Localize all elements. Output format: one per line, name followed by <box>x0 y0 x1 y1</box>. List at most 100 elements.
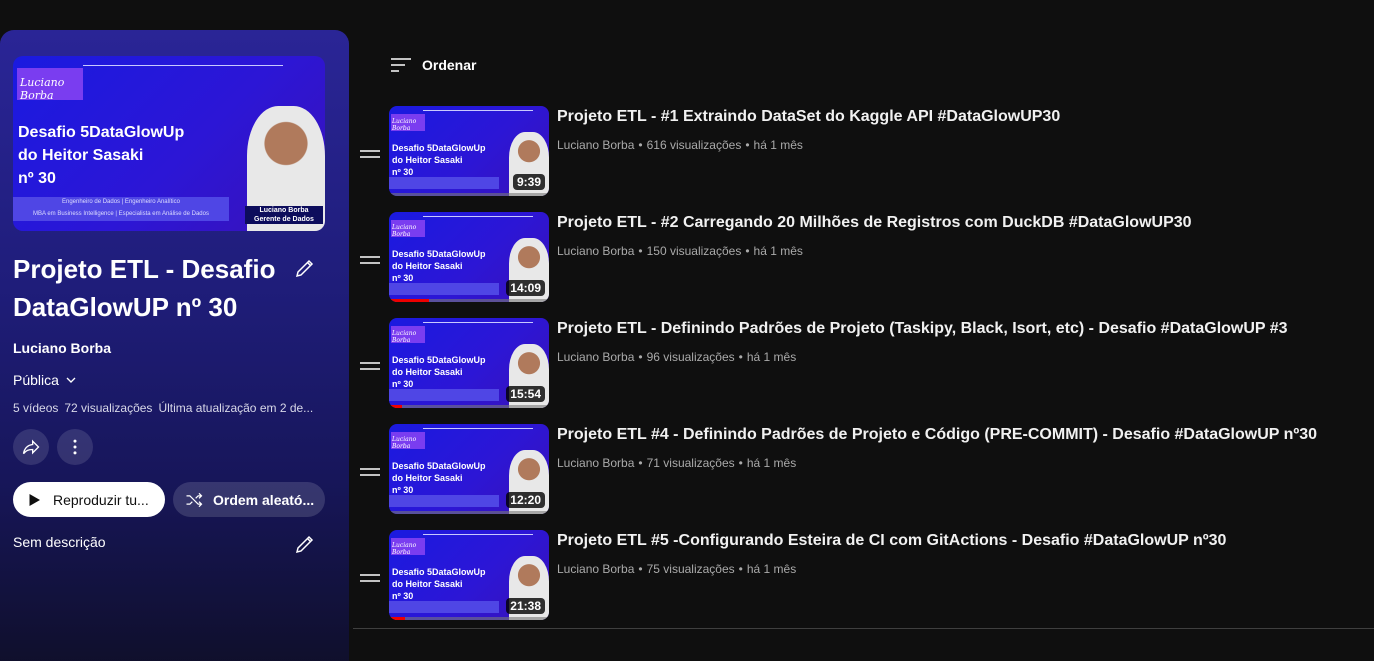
thumb-band <box>389 601 499 613</box>
watch-progress-track <box>389 617 549 620</box>
watch-progress-track <box>389 193 549 196</box>
watch-progress-track <box>389 511 549 514</box>
video-views: 150 visualizações <box>646 244 742 258</box>
watch-progress <box>389 299 429 302</box>
video-item[interactable]: Luciano Borba Desafio 5DataGlowUp do Hei… <box>360 530 1360 622</box>
video-item[interactable]: Luciano Borba Desafio 5DataGlowUp do Hei… <box>360 212 1360 304</box>
meta-dot: • <box>738 562 743 576</box>
video-channel[interactable]: Luciano Borba <box>557 244 634 258</box>
video-age: há 1 mês <box>753 138 803 152</box>
video-item[interactable]: Luciano Borba Desafio 5DataGlowUp do Hei… <box>360 424 1360 516</box>
video-meta: Luciano Borba • 75 visualizações • há 1 … <box>557 562 796 576</box>
thumb-logo: Luciano Borba <box>391 432 425 450</box>
thumb-band <box>389 177 499 189</box>
video-channel[interactable]: Luciano Borba <box>557 138 634 152</box>
drag-handle-icon <box>360 150 380 158</box>
thumb-logo: Luciano Borba <box>391 220 425 238</box>
video-channel[interactable]: Luciano Borba <box>557 350 634 364</box>
thumb-headline-1: Desafio 5DataGlowUp <box>18 124 185 141</box>
shuffle-icon <box>186 492 203 507</box>
drag-handle-icon <box>360 574 380 582</box>
thumb-rule <box>423 534 533 535</box>
video-title[interactable]: Projeto ETL - Definindo Padrões de Proje… <box>557 320 1288 338</box>
drag-handle[interactable] <box>360 146 380 158</box>
drag-handle-icon <box>360 468 380 476</box>
thumb-headline-1: Desafio 5DataGlowUp <box>392 567 486 577</box>
video-meta: Luciano Borba • 616 visualizações • há 1… <box>557 138 803 152</box>
drag-handle[interactable] <box>360 464 380 476</box>
watch-progress <box>389 617 405 620</box>
video-item[interactable]: Luciano Borba Desafio 5DataGlowUp do Hei… <box>360 106 1360 198</box>
thumb-headline-2: do Heitor Sasaki <box>392 473 463 483</box>
thumb-headline-2: do Heitor Sasaki <box>392 579 463 589</box>
watch-progress <box>389 405 402 408</box>
thumb-band <box>389 389 499 401</box>
more-vert-icon <box>73 439 77 455</box>
edit-title-button[interactable] <box>293 256 317 280</box>
meta-dot: • <box>638 244 643 258</box>
thumb-band <box>389 283 499 295</box>
video-title[interactable]: Projeto ETL #4 - Definindo Padrões de Pr… <box>557 426 1317 444</box>
chevron-down-icon <box>66 377 76 383</box>
thumb-headline-1: Desafio 5DataGlowUp <box>392 249 486 259</box>
video-duration: 15:54 <box>506 386 545 402</box>
thumb-logo: Luciano Borba <box>391 538 425 556</box>
video-thumbnail[interactable]: Luciano Borba Desafio 5DataGlowUp do Hei… <box>389 318 549 408</box>
thumb-band-2: MBA em Business Intelligence | Especiali… <box>13 207 229 221</box>
meta-dot: • <box>638 350 643 364</box>
watch-progress-track <box>389 405 549 408</box>
share-button[interactable] <box>13 429 49 465</box>
sort-button[interactable]: Ordenar <box>390 56 476 74</box>
shuffle-label: Ordem aleató... <box>213 491 315 508</box>
playlist-thumbnail[interactable]: Luciano Borba Desafio 5DataGlowUp do Hei… <box>13 56 325 231</box>
view-count: 72 visualizações <box>64 401 153 415</box>
playlist-panel: Luciano Borba Desafio 5DataGlowUp do Hei… <box>0 30 349 661</box>
list-bottom-divider <box>353 628 1374 629</box>
meta-dot: • <box>745 138 750 152</box>
video-duration: 12:20 <box>506 492 545 508</box>
playlist-owner[interactable]: Luciano Borba <box>13 340 111 356</box>
thumb-band-1: Engenheiro de Dados | Engenheiro Analíti… <box>13 197 229 207</box>
video-title[interactable]: Projeto ETL - #1 Extraindo DataSet do Ka… <box>557 108 1060 126</box>
video-item[interactable]: Luciano Borba Desafio 5DataGlowUp do Hei… <box>360 318 1360 410</box>
video-channel[interactable]: Luciano Borba <box>557 562 634 576</box>
privacy-selector[interactable]: Pública <box>13 372 79 388</box>
video-duration: 14:09 <box>506 280 545 296</box>
video-views: 71 visualizações <box>646 456 735 470</box>
thumb-headline-1: Desafio 5DataGlowUp <box>392 355 486 365</box>
drag-handle[interactable] <box>360 358 380 370</box>
video-thumbnail[interactable]: Luciano Borba Desafio 5DataGlowUp do Hei… <box>389 424 549 514</box>
shuffle-button[interactable]: Ordem aleató... <box>173 482 325 517</box>
sort-icon <box>391 58 411 72</box>
video-thumbnail[interactable]: Luciano Borba Desafio 5DataGlowUp do Hei… <box>389 530 549 620</box>
video-title[interactable]: Projeto ETL - #2 Carregando 20 Milhões d… <box>557 214 1192 232</box>
thumb-headline-2: do Heitor Sasaki <box>392 155 463 165</box>
video-duration: 9:39 <box>512 174 545 190</box>
thumb-headline-1: Desafio 5DataGlowUp <box>392 461 486 471</box>
drag-handle[interactable] <box>360 570 380 582</box>
video-channel[interactable]: Luciano Borba <box>557 456 634 470</box>
thumb-logo: Luciano Borba <box>391 114 425 132</box>
meta-dot: • <box>738 350 743 364</box>
video-duration: 21:38 <box>506 598 545 614</box>
video-views: 96 visualizações <box>646 350 735 364</box>
meta-dot: • <box>738 456 743 470</box>
video-views: 75 visualizações <box>646 562 735 576</box>
privacy-label: Pública <box>13 372 59 388</box>
meta-dot: • <box>638 138 643 152</box>
meta-dot: • <box>638 562 643 576</box>
video-thumbnail[interactable]: Luciano Borba Desafio 5DataGlowUp do Hei… <box>389 106 549 196</box>
more-options-button[interactable] <box>57 429 93 465</box>
thumb-rule <box>83 65 283 66</box>
thumb-headline-1: Desafio 5DataGlowUp <box>392 143 486 153</box>
video-title[interactable]: Projeto ETL #5 -Configurando Esteira de … <box>557 532 1226 550</box>
playlist-title: Projeto ETL - Desafio DataGlowUP nº 30 <box>13 254 276 322</box>
edit-description-button[interactable] <box>293 532 317 556</box>
play-all-button[interactable]: Reproduzir tu... <box>13 482 165 517</box>
edit-pencil-icon <box>295 535 314 554</box>
thumb-name-2: Gerente de Dados <box>245 215 323 224</box>
drag-handle[interactable] <box>360 252 380 264</box>
thumb-band <box>389 495 499 507</box>
video-meta: Luciano Borba • 150 visualizações • há 1… <box>557 244 803 258</box>
video-thumbnail[interactable]: Luciano Borba Desafio 5DataGlowUp do Hei… <box>389 212 549 302</box>
